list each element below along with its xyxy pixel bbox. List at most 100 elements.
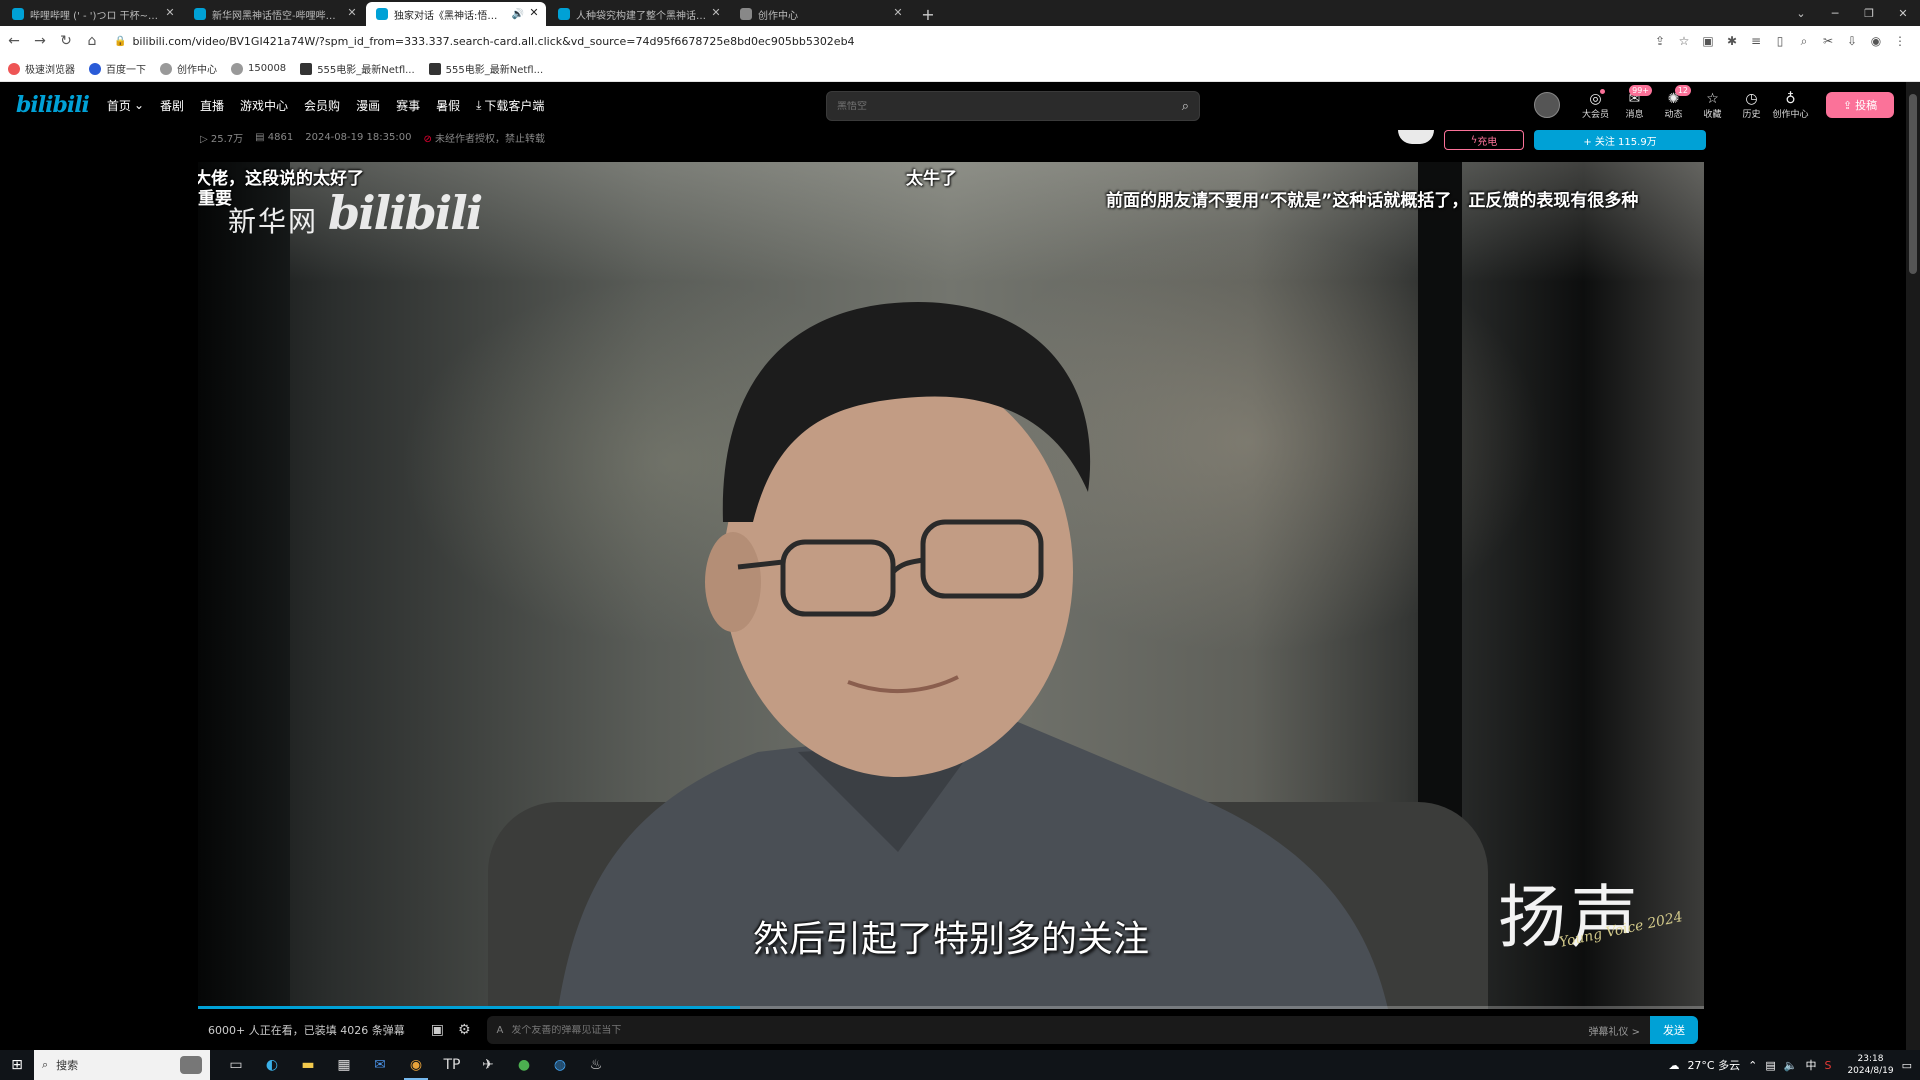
bookmark-item[interactable]: 百度一下 (89, 61, 146, 76)
minimize-icon[interactable]: ─ (1818, 0, 1852, 26)
close-icon[interactable]: ✕ (892, 7, 904, 19)
menu-icon[interactable]: ⋮ (1892, 33, 1908, 49)
edge-icon[interactable]: ◐ (254, 1050, 290, 1080)
nav-anime[interactable]: 番剧 (160, 97, 184, 114)
lightning-icon: ϟ (1470, 134, 1478, 146)
nav-dynamic[interactable]: 12 ✺ 动态 (1654, 84, 1693, 120)
windows-start-icon[interactable]: ⊞ (0, 1050, 34, 1080)
tab-title: 人种袋究构建了整个黑神话世界 (576, 10, 706, 22)
bookmark-item[interactable]: 150008 (231, 62, 286, 75)
nav-manga[interactable]: 漫画 (356, 97, 380, 114)
nav-history[interactable]: ◷ 历史 (1732, 91, 1771, 120)
speaker-icon[interactable]: 🔊 (512, 9, 524, 20)
nav-live[interactable]: 直播 (200, 97, 224, 114)
scrollbar-thumb[interactable] (1909, 94, 1917, 274)
video-progress-bar[interactable] (198, 1006, 1704, 1009)
browser-tab[interactable]: 新华网黑神话悟空-哔哩哔哩_bili ✕ (184, 2, 364, 26)
new-tab-button[interactable]: + (916, 2, 940, 26)
ime-indicator[interactable]: 中 (1805, 1057, 1816, 1073)
network-icon[interactable]: ▤ (1765, 1059, 1775, 1072)
nav-mall[interactable]: 会员购 (304, 97, 340, 114)
notification-icon[interactable]: ▭ (1902, 1059, 1912, 1072)
nav-esports[interactable]: 赛事 (396, 97, 420, 114)
danmaku-settings-icon[interactable]: ⚙ (458, 1022, 471, 1038)
charge-button[interactable]: ϟ 充电 (1444, 130, 1524, 150)
bookmark-item[interactable]: 555电影_最新Netfl... (300, 61, 415, 76)
browser-tab[interactable]: 创作中心 ✕ (730, 2, 910, 26)
bookmark-item[interactable]: 555电影_最新Netfl... (428, 61, 543, 76)
download-icon: ⤓ (476, 97, 482, 112)
media-icon[interactable]: ≡ (1748, 33, 1764, 49)
danmaku-etiquette-link[interactable]: 弹幕礼仪 > (1588, 1023, 1640, 1038)
steam-icon[interactable]: ♨ (578, 1050, 614, 1080)
browser-tab-active[interactable]: 独家对话《黑神话:悟空》制 🔊 ✕ (366, 2, 546, 26)
close-window-icon[interactable]: ✕ (1886, 0, 1920, 26)
close-icon[interactable]: ✕ (710, 7, 722, 19)
page-scrollbar[interactable] (1906, 82, 1920, 1050)
close-icon[interactable]: ✕ (346, 7, 358, 19)
video-player[interactable]: 新华网 bilibili 扬声 Young Voice 2024 大佬，这段说的… (198, 162, 1704, 1009)
bookmark-star-icon[interactable]: ☆ (1676, 33, 1692, 49)
scissors-icon[interactable]: ✂ (1820, 33, 1836, 49)
file-explorer-icon[interactable]: ▬ (290, 1050, 326, 1080)
bookmark-item[interactable]: 极速浏览器 (8, 61, 75, 76)
browser-tab[interactable]: 人种袋究构建了整个黑神话世界 ✕ (548, 2, 728, 26)
tray-chevron-icon[interactable]: ⌃ (1748, 1059, 1757, 1072)
close-icon[interactable]: ✕ (164, 7, 176, 19)
tp-app-icon[interactable]: TP (434, 1050, 470, 1080)
forward-icon[interactable]: → (28, 29, 52, 53)
danmaku-toggle-icon[interactable]: ▣ (431, 1022, 444, 1038)
sogou-icon[interactable]: S (1824, 1059, 1831, 1072)
search-icon[interactable]: ⌕ (1182, 99, 1189, 114)
mail-icon[interactable]: ✉ (362, 1050, 398, 1080)
uploader-avatar[interactable] (1398, 130, 1434, 144)
nav-vip[interactable]: ◎ 大会员 (1576, 88, 1615, 120)
bilibili-logo[interactable]: bilibili (16, 92, 90, 118)
share-icon[interactable]: ⇪ (1652, 33, 1668, 49)
taskbar-search[interactable]: ⌕ 搜索 (34, 1050, 210, 1080)
task-view-icon[interactable]: ▭ (218, 1050, 254, 1080)
url-field[interactable]: 🔒 bilibili.com/video/BV1GI421a74W/?spm_i… (114, 30, 1652, 52)
reload-icon[interactable]: ↻ (54, 29, 78, 53)
upload-button[interactable]: ⇪ 投稿 (1826, 92, 1894, 118)
browser-tab[interactable]: 哔哩哔哩 (' - ')つロ 干杯~-bili ✕ (2, 2, 182, 26)
clock[interactable]: 23:18 2024/8/19 (1847, 1053, 1893, 1077)
store-icon[interactable]: ▦ (326, 1050, 362, 1080)
volume-icon[interactable]: 🔈 (1784, 1059, 1798, 1072)
fighter-app-icon[interactable]: ✈ (470, 1050, 506, 1080)
copyright-notice: ⊘ 未经作者授权，禁止转载 (423, 133, 546, 145)
nav-download-client[interactable]: ⤓ 下载客户端 (476, 97, 544, 114)
chrome-icon[interactable]: ◉ (398, 1050, 434, 1080)
green-app-icon[interactable]: ● (506, 1050, 542, 1080)
profile-icon[interactable]: ◉ (1868, 33, 1884, 49)
weather-icon[interactable]: ☁ (1668, 1059, 1679, 1072)
sidebar-icon[interactable]: ▯ (1772, 33, 1788, 49)
send-danmaku-button[interactable]: 发送 (1650, 1016, 1698, 1044)
zoom-icon[interactable]: ⌕ (1796, 33, 1812, 49)
home-icon[interactable]: ⌂ (80, 29, 104, 53)
nav-favorites[interactable]: ☆ 收藏 (1693, 91, 1732, 120)
close-icon[interactable]: ✕ (528, 7, 540, 19)
tab-search-icon[interactable]: ⌄ (1784, 0, 1818, 26)
bilibili-tab-icon (376, 8, 388, 20)
bilibili-tab-icon (12, 8, 24, 20)
font-style-icon[interactable]: A (497, 1025, 504, 1036)
blue-app-icon[interactable]: ◍ (542, 1050, 578, 1080)
nav-summer[interactable]: 暑假 (436, 97, 460, 114)
publish-datetime: 2024-08-19 18:35:00 (305, 131, 412, 143)
user-avatar[interactable] (1534, 92, 1560, 118)
restore-icon[interactable]: ❐ (1852, 0, 1886, 26)
nav-messages[interactable]: 99+ ✉ 消息 (1615, 84, 1654, 120)
nav-game-center[interactable]: 游戏中心 (240, 97, 288, 114)
follow-button[interactable]: + 关注 115.9万 (1534, 130, 1706, 150)
puzzle-icon[interactable]: ✱ (1724, 33, 1740, 49)
back-icon[interactable]: ← (2, 29, 26, 53)
danmaku-input[interactable] (511, 1024, 1581, 1036)
download-icon[interactable]: ⇩ (1844, 33, 1860, 49)
extension-icon[interactable]: ▣ (1700, 33, 1716, 49)
bookmark-item[interactable]: 创作中心 (160, 61, 217, 76)
search-input[interactable] (837, 100, 1182, 112)
nav-home[interactable]: 首页 ⌄ (107, 97, 144, 114)
nav-creator-center[interactable]: ♁ 创作中心 (1771, 91, 1810, 120)
weather-text[interactable]: 27°C 多云 (1687, 1057, 1740, 1073)
